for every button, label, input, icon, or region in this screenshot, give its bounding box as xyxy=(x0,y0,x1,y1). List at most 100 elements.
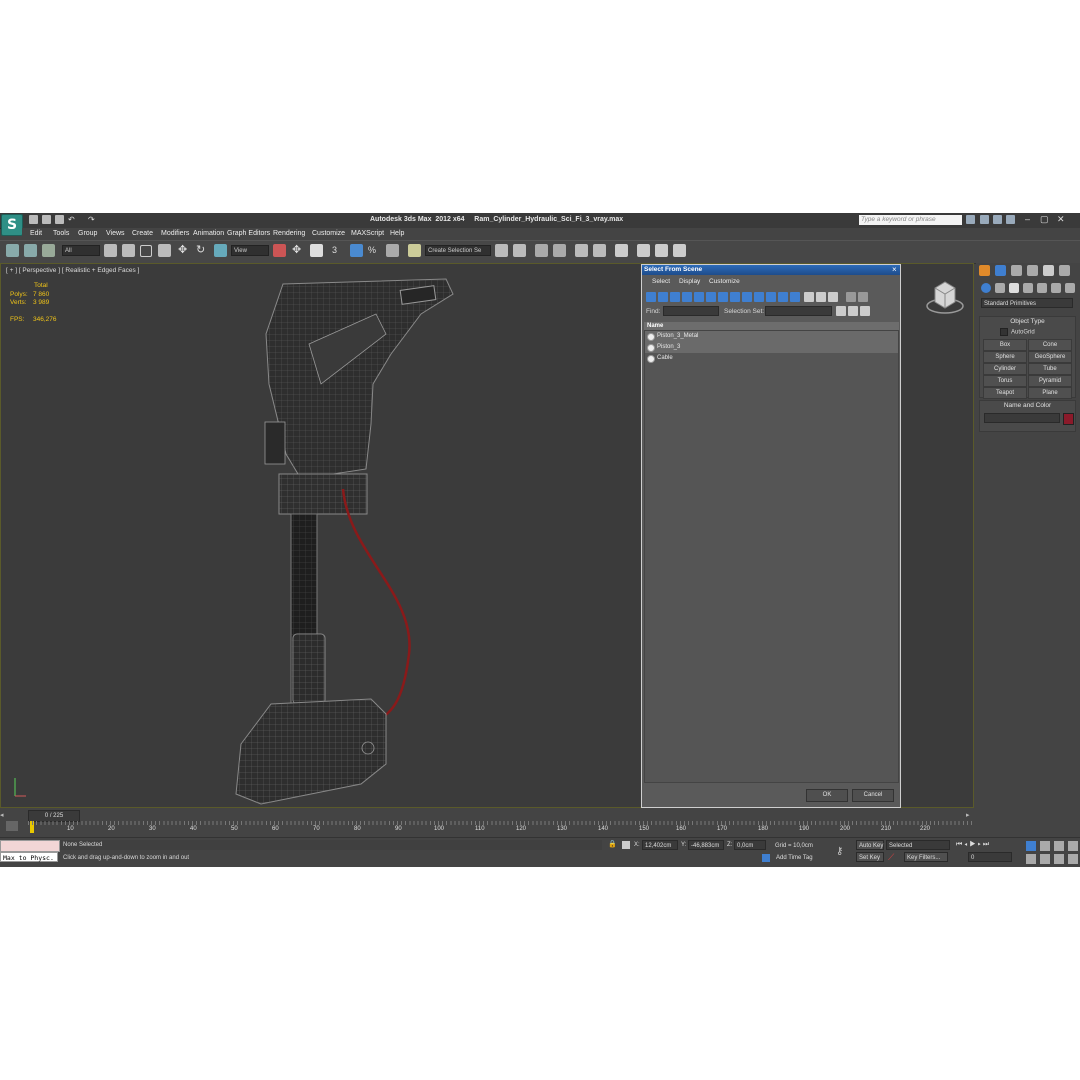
select-invert-icon[interactable] xyxy=(828,292,838,302)
selection-filter-dropdown[interactable]: All xyxy=(62,245,100,256)
cameras-icon[interactable] xyxy=(1023,283,1033,293)
menu-edit[interactable]: Edit xyxy=(30,230,42,237)
display-cameras-icon[interactable] xyxy=(682,292,692,302)
teapot-button[interactable]: Teapot xyxy=(983,387,1027,399)
redo-icon[interactable]: ↷ xyxy=(88,215,102,224)
time-tag-icon[interactable] xyxy=(762,854,770,862)
filter-icon[interactable] xyxy=(846,292,856,302)
zoom-all-icon[interactable] xyxy=(1040,841,1050,851)
layer-manager-icon[interactable] xyxy=(535,244,548,257)
viewport-label[interactable]: [ + ] [ Perspective ] [ Realistic + Edge… xyxy=(6,267,139,274)
render-production-icon[interactable] xyxy=(673,244,686,257)
dialog-menu-select[interactable]: Select xyxy=(652,278,670,285)
spacewarps-icon[interactable] xyxy=(1051,283,1061,293)
subscription-icon[interactable] xyxy=(980,215,989,224)
maxscript-listener-input[interactable] xyxy=(0,840,60,852)
menu-rendering[interactable]: Rendering xyxy=(273,230,305,237)
object-type-title[interactable]: Object Type xyxy=(980,317,1075,327)
motion-tab-icon[interactable] xyxy=(1027,265,1038,276)
list-item[interactable]: Cable xyxy=(645,353,898,364)
display-xrefs-icon[interactable] xyxy=(730,292,740,302)
select-object-icon[interactable] xyxy=(104,244,117,257)
dialog-menu-display[interactable]: Display xyxy=(679,278,700,285)
list-item[interactable]: Piston_3_Metal xyxy=(645,331,898,342)
rotate-icon[interactable]: ↻ xyxy=(196,244,209,257)
menu-help[interactable]: Help xyxy=(390,230,404,237)
edit-named-selection-icon[interactable] xyxy=(408,244,421,257)
undo-icon[interactable]: ↶ xyxy=(68,215,82,224)
systems-icon[interactable] xyxy=(1065,283,1075,293)
create-selection-set-icon[interactable] xyxy=(836,306,846,316)
selection-set-dropdown[interactable] xyxy=(765,306,832,316)
maximize-button[interactable]: ▢ xyxy=(1040,214,1049,225)
display-helpers-icon[interactable] xyxy=(694,292,704,302)
object-color-swatch[interactable] xyxy=(1063,413,1074,425)
default-in-out-tangents-icon[interactable]: ⟋ xyxy=(888,852,894,863)
object-name-input[interactable] xyxy=(984,413,1060,423)
autogrid-checkbox[interactable]: AutoGrid xyxy=(1000,328,1035,336)
menu-tools[interactable]: Tools xyxy=(53,230,69,237)
auto-key-button[interactable]: Auto Key xyxy=(856,840,884,850)
filter-options-icon[interactable] xyxy=(858,292,868,302)
zoom-extents-all-icon[interactable] xyxy=(1068,841,1078,851)
key-mode-dropdown[interactable]: Selected xyxy=(886,840,950,850)
graphite-ribbon-icon[interactable] xyxy=(553,244,566,257)
mini-curve-editor-icon[interactable] xyxy=(6,821,18,831)
close-button[interactable]: ✕ xyxy=(1057,214,1065,225)
lights-icon[interactable] xyxy=(1009,283,1019,293)
zoom-extents-icon[interactable] xyxy=(1054,841,1064,851)
primitive-category-dropdown[interactable]: Standard Primitives xyxy=(981,298,1073,308)
set-key-icon[interactable]: ⚷ xyxy=(836,846,843,857)
select-manipulate-icon[interactable]: ✥ xyxy=(292,244,305,257)
new-file-icon[interactable] xyxy=(29,215,38,224)
object-list[interactable]: Piston_3_Metal Piston_3 Cable xyxy=(644,330,899,783)
ok-button[interactable]: OK xyxy=(806,789,848,802)
open-file-icon[interactable] xyxy=(42,215,51,224)
torus-button[interactable]: Torus xyxy=(983,375,1027,387)
pivot-center-icon[interactable] xyxy=(273,244,286,257)
material-editor-icon[interactable] xyxy=(615,244,628,257)
app-logo-icon[interactable]: S xyxy=(1,214,23,236)
pan-view-icon[interactable] xyxy=(1040,854,1050,864)
keyword-search-input[interactable]: Type a keyword or phrase xyxy=(859,215,962,225)
list-item[interactable]: Piston_3 xyxy=(645,342,898,353)
scale-icon[interactable] xyxy=(214,244,227,257)
rect-selection-icon[interactable] xyxy=(140,245,152,257)
dialog-menu-customize[interactable]: Customize xyxy=(709,278,740,285)
cone-button[interactable]: Cone xyxy=(1028,339,1072,351)
helpers-icon[interactable] xyxy=(1037,283,1047,293)
percent-snap-toggle[interactable]: % xyxy=(368,244,381,257)
spinner-snap-icon[interactable] xyxy=(386,244,399,257)
menu-animation[interactable]: Animation xyxy=(193,230,224,237)
search-icon[interactable] xyxy=(966,215,975,224)
cancel-button[interactable]: Cancel xyxy=(852,789,894,802)
plane-button[interactable]: Plane xyxy=(1028,387,1072,399)
selection-lock-icon[interactable]: 🔒 xyxy=(608,840,617,848)
tube-button[interactable]: Tube xyxy=(1028,363,1072,375)
scroll-right-icon[interactable]: ▸ xyxy=(966,811,970,819)
reference-coord-dropdown[interactable]: View xyxy=(231,245,269,256)
menu-modifiers[interactable]: Modifiers xyxy=(161,230,189,237)
list-header-name[interactable]: Name xyxy=(644,322,899,330)
display-groups-icon[interactable] xyxy=(718,292,728,302)
current-frame-field[interactable]: 0 xyxy=(968,852,1012,862)
scroll-left-icon[interactable]: ◂ xyxy=(0,811,8,819)
orbit-icon[interactable] xyxy=(1054,854,1064,864)
create-tab-icon[interactable] xyxy=(979,265,990,276)
display-hidden-icon[interactable] xyxy=(778,292,788,302)
find-input[interactable] xyxy=(663,306,719,316)
field-of-view-icon[interactable] xyxy=(1026,854,1036,864)
display-shapes-icon[interactable] xyxy=(658,292,668,302)
menu-create[interactable]: Create xyxy=(132,230,153,237)
set-key-button[interactable]: Set Key xyxy=(856,852,884,862)
rendered-frame-window-icon[interactable] xyxy=(655,244,668,257)
curve-editor-icon[interactable] xyxy=(575,244,588,257)
hydraulic-cylinder-model[interactable] xyxy=(221,274,471,814)
utilities-tab-icon[interactable] xyxy=(1059,265,1070,276)
menu-views[interactable]: Views xyxy=(106,230,125,237)
delete-selection-set-icon[interactable] xyxy=(848,306,858,316)
angle-snap-icon[interactable] xyxy=(350,244,363,257)
box-button[interactable]: Box xyxy=(983,339,1027,351)
key-filters-button[interactable]: Key Filters... xyxy=(904,852,948,862)
snaps-toggle[interactable]: 3 xyxy=(332,244,345,257)
